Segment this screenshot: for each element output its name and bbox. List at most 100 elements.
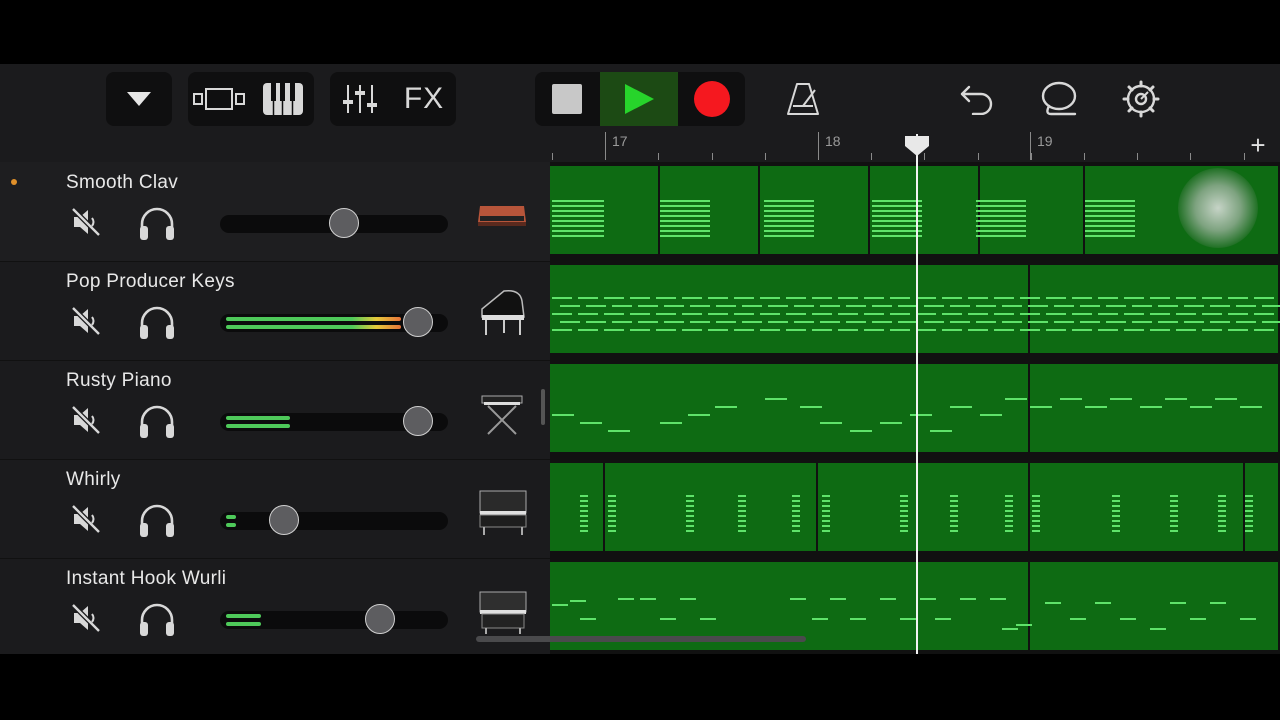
ruler-tick [552,153,553,160]
track-name[interactable]: Smooth Clav [66,172,178,194]
mute-speaker-icon[interactable] [70,404,102,436]
midi-region[interactable] [818,463,1028,551]
undo-icon[interactable] [950,72,1004,126]
playhead[interactable] [916,134,918,654]
volume-knob[interactable] [403,307,433,337]
track-header[interactable]: Smooth Clav [0,162,550,262]
midi-region[interactable] [550,265,1028,353]
midi-note [1020,313,1040,315]
midi-note [1218,525,1226,527]
wurlitzer-icon[interactable] [474,584,530,636]
midi-region[interactable] [1030,364,1278,452]
midi-region[interactable] [1030,463,1243,551]
midi-note [580,495,588,497]
midi-note [1184,305,1204,307]
clavinet-icon[interactable] [474,188,530,240]
track-header[interactable]: Instant Hook Wurli [0,558,550,654]
headphones-icon[interactable] [138,503,176,539]
midi-note [608,530,616,532]
midi-note [580,520,588,522]
tracks-view-icon[interactable] [188,72,250,126]
midi-note [900,618,916,620]
midi-note [1124,313,1144,315]
midi-note [630,297,650,299]
midi-note [800,406,822,408]
midi-note [1245,505,1253,507]
volume-knob[interactable] [403,406,433,436]
midi-region[interactable] [550,364,1028,452]
ruler-tick [764,153,766,160]
volume-slider[interactable] [220,208,448,238]
midi-region[interactable] [1030,265,1278,353]
midi-region[interactable] [1030,562,1278,650]
midi-note [552,414,574,416]
volume-knob[interactable] [269,505,299,535]
vertical-scroll-indicator[interactable] [541,389,545,425]
track-header[interactable]: Whirly [0,459,550,559]
midi-note [942,313,962,315]
headphones-icon[interactable] [138,206,176,242]
midi-note [994,313,1014,315]
lasso-icon[interactable] [1032,72,1086,126]
midi-note [612,321,632,323]
upright-electric-piano-icon[interactable] [474,485,530,537]
midi-note [768,321,788,323]
gear-icon[interactable] [1114,72,1168,126]
playhead-handle-icon[interactable] [903,134,931,158]
triangle-down-icon[interactable] [106,72,172,126]
keyboard-icon[interactable] [252,72,314,126]
midi-note [738,500,746,502]
midi-note [1005,525,1013,527]
grand-piano-icon[interactable] [474,287,530,339]
play-button[interactable] [600,72,678,126]
volume-slider[interactable] [220,604,448,634]
region-area[interactable] [550,162,1280,654]
volume-slider[interactable] [220,307,448,337]
midi-note [880,598,896,600]
metronome-icon[interactable] [776,72,830,126]
headphones-icon[interactable] [138,305,176,341]
headphones-icon[interactable] [138,404,176,440]
headphones-icon[interactable] [138,602,176,638]
volume-knob[interactable] [365,604,395,634]
sliders-icon[interactable] [330,72,390,126]
midi-note [1150,329,1170,331]
midi-note [1228,329,1248,331]
volume-slider[interactable] [220,505,448,535]
level-meter [226,523,236,527]
mute-speaker-icon[interactable] [70,503,102,535]
midi-note [812,313,832,315]
volume-slider[interactable] [220,406,448,436]
record-button[interactable] [679,72,745,126]
track-name[interactable]: Instant Hook Wurli [66,568,226,590]
midi-note [552,235,604,237]
mute-speaker-icon[interactable] [70,305,102,337]
midi-region[interactable] [1245,463,1278,551]
track-name[interactable]: Pop Producer Keys [66,271,235,293]
stop-button[interactable] [535,72,599,126]
view-switch-group [188,72,314,126]
track-name[interactable]: Rusty Piano [66,370,172,392]
midi-note [660,422,682,424]
add-section-button[interactable]: + [1246,132,1270,160]
track-name[interactable]: Whirly [66,469,121,491]
fx-button[interactable]: FX [392,72,456,126]
horizontal-scroll-indicator[interactable] [476,636,806,642]
midi-note [1202,329,1222,331]
track-header[interactable]: Rusty Piano [0,360,550,460]
midi-region[interactable] [605,463,816,551]
midi-note [764,225,814,227]
track-header[interactable]: Pop Producer Keys [0,261,550,361]
mute-speaker-icon[interactable] [70,602,102,634]
midi-note [1170,510,1178,512]
midi-region[interactable] [550,463,603,551]
midi-note [872,200,922,202]
midi-note [682,329,702,331]
mute-speaker-icon[interactable] [70,206,102,238]
midi-note [1170,525,1178,527]
keyboard-stand-icon[interactable] [474,386,530,438]
midi-note [552,210,604,212]
midi-note [786,297,806,299]
midi-note [560,305,580,307]
volume-knob[interactable] [329,208,359,238]
